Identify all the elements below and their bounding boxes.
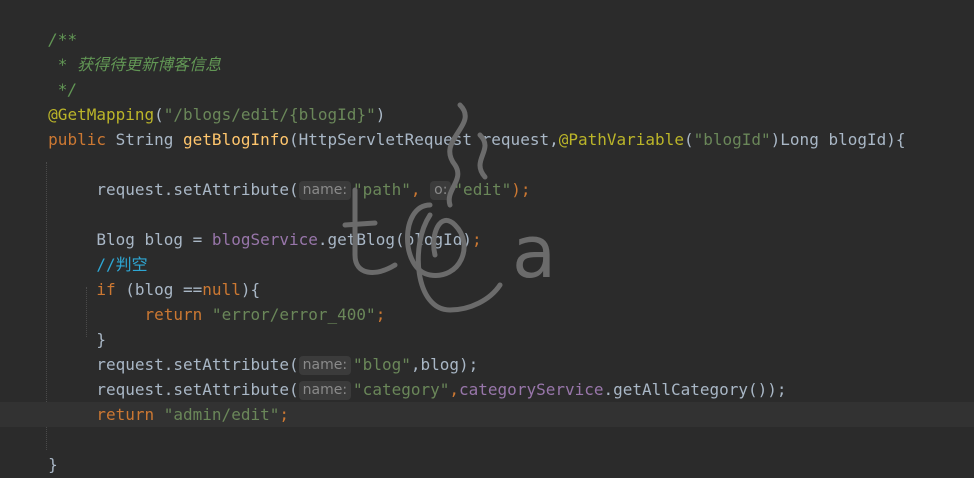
param-hint: name:: [298, 356, 352, 375]
code-line-12: return "error/error_400";: [0, 302, 974, 327]
statement-end: ;: [279, 405, 289, 424]
param-hint: name:: [298, 181, 352, 200]
code-line-3: */: [0, 77, 974, 102]
code-line-7: request.setAttribute(name: "path", o: "edi…: [0, 177, 974, 202]
string-literal: "category": [353, 380, 450, 399]
method-close: }: [48, 455, 58, 474]
line-comment: //判空: [96, 255, 148, 274]
string-literal: "path": [353, 180, 411, 199]
keyword-return: return: [96, 405, 155, 424]
statement-end: ;: [375, 305, 386, 324]
field-reference: categoryService: [459, 380, 604, 399]
method-params-end: )Long blogId){: [770, 130, 906, 149]
code-line-15: request.setAttribute(name: "category",cat…: [0, 377, 974, 402]
keyword-if: if: [96, 280, 116, 299]
code-line-2: * 获得待更新博客信息: [0, 52, 974, 77]
code-line-14: request.setAttribute(name: "blog",blog);: [0, 352, 974, 377]
condition: (blog ==: [115, 280, 203, 299]
comma: ,: [410, 180, 421, 199]
call-end: .getAllCategory());: [603, 380, 787, 399]
string-literal: "error/error_400": [202, 305, 376, 324]
keyword-public: public: [48, 130, 106, 149]
field-reference: blogService: [211, 230, 318, 249]
annotation-pathvariable: @PathVariable: [558, 130, 684, 149]
code-line-1: /**: [0, 27, 974, 52]
mapping-path-string: "/blogs/edit/{blogId}": [163, 105, 376, 124]
param-hint: name:: [298, 381, 352, 400]
block-close: }: [96, 330, 106, 349]
path-variable-string: "blogId": [693, 130, 771, 149]
code-line-9: Blog blog = blogService.getBlog(blogId);: [0, 227, 974, 252]
string-literal: "admin/edit": [154, 405, 280, 424]
set-attribute-call: request.setAttribute(: [96, 180, 299, 199]
string-literal: "blog": [353, 355, 411, 374]
code-line-16-current[interactable]: return "admin/edit";: [0, 402, 974, 427]
code-line-11: if (blog ==null){: [0, 277, 974, 302]
code-editor[interactable]: /** * 获得待更新博客信息 */ @GetMapping("/blogs/e…: [0, 0, 974, 478]
set-attribute-call: request.setAttribute(: [96, 355, 299, 374]
doc-comment-text: * 获得待更新博客信息: [48, 55, 222, 74]
variable-declaration: Blog blog =: [96, 230, 212, 249]
call-end: ,blog);: [410, 355, 479, 374]
condition-end: ){: [240, 280, 261, 299]
code-line-4: @GetMapping("/blogs/edit/{blogId}"): [0, 102, 974, 127]
statement-end: );: [511, 180, 531, 199]
annotation-getmapping: @GetMapping: [48, 105, 155, 124]
code-line-10: //判空: [0, 252, 974, 277]
keyword-null: null: [202, 280, 241, 299]
doc-comment-close: */: [48, 80, 78, 99]
code-line-18: }: [0, 452, 974, 477]
doc-comment-open: /**: [48, 30, 78, 49]
paren-open: (: [683, 130, 694, 149]
paren-open: (: [154, 105, 164, 124]
get-blog-call: .getBlog(blogId): [317, 230, 473, 249]
method-params: (HttpServletRequest request,: [289, 130, 559, 149]
paren-close: ): [375, 105, 386, 124]
param-hint: o:: [430, 181, 452, 200]
statement-end: ;: [472, 230, 482, 249]
string-literal: "edit": [453, 180, 512, 199]
comma: ,: [449, 380, 460, 399]
method-name: getBlogInfo: [183, 130, 289, 149]
code-line-13: }: [0, 327, 974, 352]
set-attribute-call: request.setAttribute(: [96, 380, 299, 399]
return-type: String: [105, 130, 184, 149]
keyword-return: return: [144, 305, 203, 324]
code-line-5: public String getBlogInfo(HttpServletReq…: [0, 127, 974, 152]
